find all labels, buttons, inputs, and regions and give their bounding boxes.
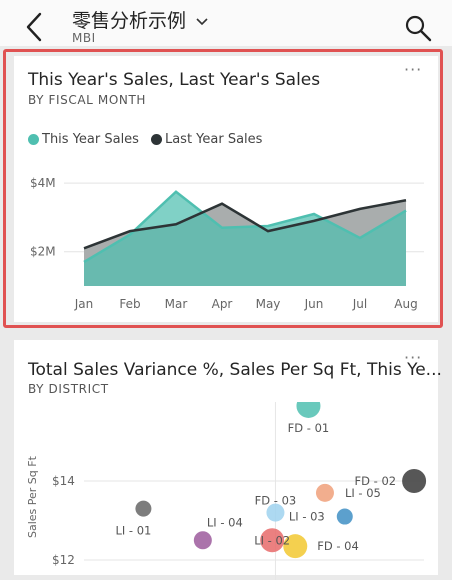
search-icon[interactable]: [404, 14, 432, 42]
tile-title: Total Sales Variance %, Sales Per Sq Ft,…: [28, 360, 442, 380]
bubble-label: FD - 04: [317, 539, 359, 553]
x-tick-label: May: [256, 297, 281, 311]
bubble-label: LI - 01: [115, 524, 151, 538]
variance-tile[interactable]: Total Sales Variance %, Sales Per Sq Ft,…: [14, 340, 442, 580]
bubble-label: LI - 04: [207, 515, 243, 529]
area-chart: $2M $4M Jan Feb Mar Apr May Jun Jul Aug: [30, 176, 424, 311]
x-tick-label: Aug: [394, 297, 417, 311]
legend-label: This Year Sales: [42, 132, 139, 147]
bubble-point[interactable]: [135, 500, 152, 517]
tile-subtitle: BY DISTRICT: [28, 382, 109, 396]
legend-item-this-year: This Year Sales: [28, 132, 139, 147]
bubble-point[interactable]: [296, 402, 321, 418]
scatter-chart: $14$12Sales Per Sq FtFD - 01FD - 02LI - …: [26, 402, 427, 580]
bubble-point[interactable]: [336, 508, 353, 525]
tile-title: This Year's Sales, Last Year's Sales: [28, 70, 321, 90]
x-tick-label: Jul: [352, 297, 367, 311]
tile-subtitle: BY FISCAL MONTH: [28, 93, 146, 107]
y-tick-label: $2M: [30, 245, 56, 259]
back-arrow-icon[interactable]: [22, 10, 50, 44]
y-tick-label: $14: [52, 474, 75, 488]
legend-dot-last-year: [150, 134, 162, 145]
app-header: 零售分析示例 MBI: [0, 0, 452, 46]
x-tick-label: Apr: [212, 297, 233, 311]
y-tick-label: $4M: [30, 176, 56, 190]
bubble-point[interactable]: [315, 483, 334, 502]
workspace-name: MBI: [72, 31, 96, 45]
report-title[interactable]: 零售分析示例: [72, 6, 208, 33]
x-tick-label: Mar: [165, 297, 188, 311]
legend-item-last-year: Last Year Sales: [150, 132, 263, 147]
area-this-year: [84, 191, 406, 286]
y-axis-title: Sales Per Sq Ft: [26, 455, 39, 538]
report-title-text: 零售分析示例: [72, 10, 187, 32]
legend-dot-this-year: [28, 134, 39, 145]
more-options-icon[interactable]: ···: [404, 60, 422, 79]
legend-label: Last Year Sales: [164, 132, 263, 147]
bubble-point[interactable]: [402, 469, 427, 493]
y-tick-label: $12: [52, 553, 75, 567]
bubble-label: LI - 03: [289, 510, 325, 524]
x-tick-label: Feb: [119, 297, 140, 311]
bubble-label: LI - 02: [254, 533, 290, 547]
bubble-label: FD - 01: [288, 421, 330, 435]
bubble-label: LI - 05: [345, 486, 381, 500]
chart-legend: This Year Sales Last Year Sales: [28, 132, 268, 147]
sales-tile[interactable]: This Year's Sales, Last Year's Sales BY …: [14, 56, 438, 322]
x-tick-label: Jun: [304, 297, 324, 311]
bubble-point[interactable]: [193, 531, 212, 550]
chevron-down-icon: [196, 17, 208, 25]
bubble-label: FD - 03: [255, 494, 297, 508]
x-tick-label: Jan: [74, 297, 94, 311]
more-options-icon[interactable]: ···: [404, 348, 422, 367]
